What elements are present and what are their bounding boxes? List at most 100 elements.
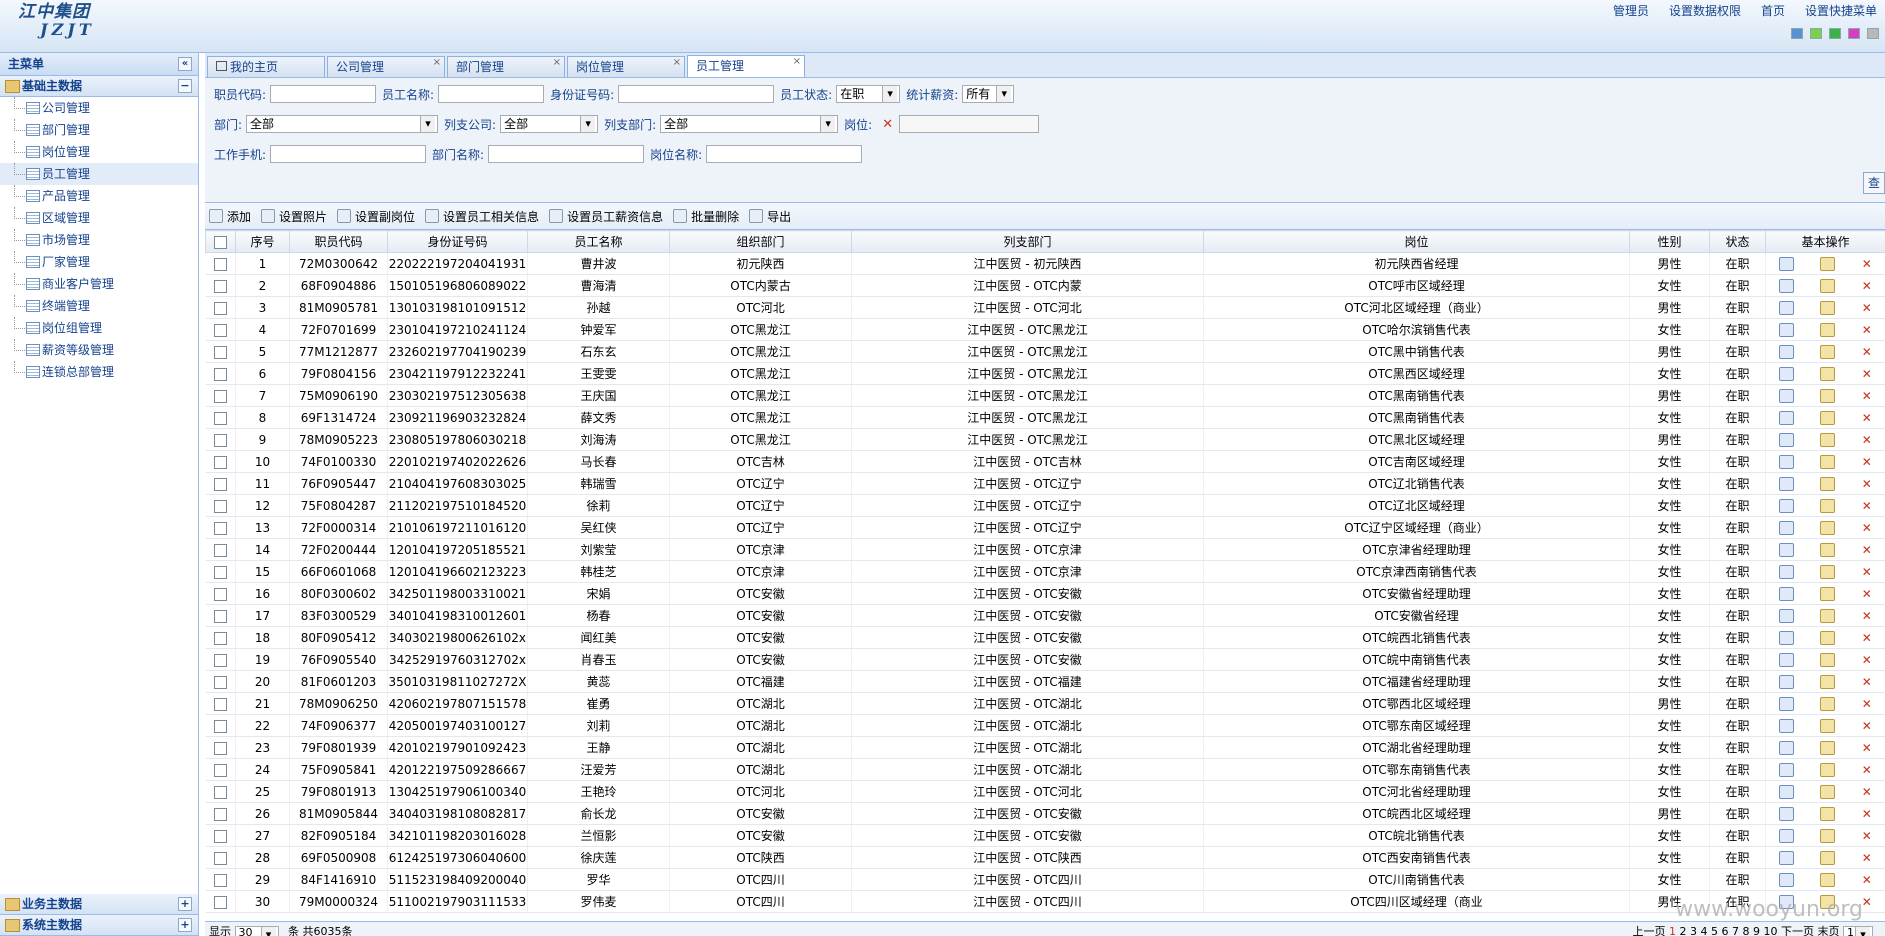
row-checkbox[interactable] (213, 653, 227, 667)
sidebar-item-employee[interactable]: 员工管理 (0, 163, 198, 185)
table-row[interactable]: 11 76F0905447 210404197608303025 韩瑞雪 OTC辽宁 江中… (205, 472, 1885, 495)
id-input[interactable] (618, 85, 775, 103)
code-input[interactable] (270, 85, 377, 103)
delete-icon[interactable]: ✕ (1862, 301, 1872, 315)
table-row[interactable]: 7 75M0906190 230302197512305638 王庆国 OTC黑龙江 江中… (205, 384, 1885, 407)
sidebar-item-company[interactable]: 公司管理 (0, 97, 198, 119)
sidebar-item-salary-grade[interactable]: 薪资等级管理 (0, 339, 198, 361)
tab-employee[interactable]: 员工管理 × (687, 55, 805, 77)
close-icon[interactable]: × (433, 53, 441, 73)
data-permission-link[interactable]: 设置数据权限 (1669, 2, 1741, 19)
column-header[interactable]: 序号 (235, 230, 290, 253)
menu-group-basic[interactable]: 基础主数据 − (0, 76, 198, 97)
collapse-group-icon[interactable]: − (178, 79, 192, 93)
edit-icon[interactable] (1820, 476, 1836, 491)
view-icon[interactable] (1779, 542, 1795, 557)
edit-icon[interactable] (1820, 322, 1836, 337)
view-icon[interactable] (1779, 784, 1795, 799)
view-icon[interactable] (1779, 828, 1795, 843)
delete-icon[interactable]: ✕ (1862, 411, 1872, 425)
edit-icon[interactable] (1820, 608, 1836, 623)
theme-swatch-pink[interactable] (1848, 28, 1860, 39)
delete-icon[interactable]: ✕ (1862, 807, 1872, 821)
table-row[interactable]: 18 80F0905412 34030219800626102x 闻红美 OTC安徽 江中… (205, 626, 1885, 649)
next-page-link[interactable]: 下一页 (1781, 925, 1814, 936)
edit-icon[interactable] (1820, 366, 1836, 381)
row-checkbox[interactable] (213, 675, 227, 689)
theme-swatch-gray[interactable] (1867, 28, 1879, 39)
table-row[interactable]: 19 76F0905540 34252919760312702x 肖春玉 OTC安徽 江中… (205, 648, 1885, 671)
table-row[interactable]: 1 72M0300642 220222197204041931 曹井波 初元陕西 江中医贸… (205, 252, 1885, 275)
page-link[interactable]: 5 (1711, 925, 1718, 936)
table-row[interactable]: 5 77M1212877 232602197704190239 石东玄 OTC黑龙江 江中… (205, 340, 1885, 363)
sidebar-item-product[interactable]: 产品管理 (0, 185, 198, 207)
sidebar-item-post[interactable]: 岗位管理 (0, 141, 198, 163)
edit-icon[interactable] (1820, 828, 1836, 843)
shortcut-menu-link[interactable]: 设置快捷菜单 (1805, 2, 1877, 19)
query-button[interactable]: 查 (1863, 172, 1885, 194)
row-checkbox[interactable] (213, 895, 227, 909)
row-checkbox[interactable] (213, 345, 227, 359)
delete-icon[interactable]: ✕ (1862, 763, 1872, 777)
prev-page-link[interactable]: 上一页 (1633, 925, 1666, 936)
row-checkbox[interactable] (213, 719, 227, 733)
page-link[interactable]: 4 (1701, 925, 1708, 936)
name-input[interactable] (438, 85, 545, 103)
table-row[interactable]: 25 79F0801913 130425197906100340 王艳玲 OTC河北 江中… (205, 780, 1885, 803)
table-row[interactable]: 30 79M0000324 511002197903111533 罗伟麦 OTC四川 江中… (205, 890, 1885, 913)
edit-icon[interactable] (1820, 784, 1836, 799)
salary-select[interactable]: 所有 (962, 85, 1015, 103)
view-icon[interactable] (1779, 608, 1795, 623)
theme-swatch-green[interactable] (1829, 28, 1841, 39)
table-row[interactable]: 9 78M0905223 230805197806030218 刘海涛 OTC黑龙江 江中… (205, 428, 1885, 451)
row-checkbox[interactable] (213, 873, 227, 887)
edit-icon[interactable] (1820, 850, 1836, 865)
expand-group-icon[interactable]: + (178, 897, 192, 911)
table-row[interactable]: 23 79F0801939 420102197901092423 王静 OTC湖北 江中医… (205, 736, 1885, 759)
delete-icon[interactable]: ✕ (1862, 433, 1872, 447)
edit-icon[interactable] (1820, 542, 1836, 557)
delete-icon[interactable]: ✕ (1862, 829, 1872, 843)
row-checkbox[interactable] (213, 323, 227, 337)
table-row[interactable]: 22 74F0906377 420500197403100127 刘莉 OTC湖北 江中医… (205, 714, 1885, 737)
row-checkbox[interactable] (213, 587, 227, 601)
delete-icon[interactable]: ✕ (1862, 873, 1872, 887)
edit-icon[interactable] (1820, 454, 1836, 469)
column-header[interactable]: 岗位 (1203, 230, 1630, 253)
row-checkbox[interactable] (213, 433, 227, 447)
delete-icon[interactable]: ✕ (1862, 851, 1872, 865)
delete-icon[interactable]: ✕ (1862, 323, 1872, 337)
table-row[interactable]: 15 66F0601068 120104196602123223 韩桂芝 OTC京津 江中… (205, 560, 1885, 583)
view-icon[interactable] (1779, 278, 1795, 293)
tab-home[interactable]: 我的主页 (207, 56, 325, 77)
view-icon[interactable] (1779, 630, 1795, 645)
delete-icon[interactable]: ✕ (1862, 741, 1872, 755)
page-link[interactable]: 9 (1753, 925, 1760, 936)
table-row[interactable]: 10 74F0100330 220102197402022626 马长春 OTC吉林 江中… (205, 450, 1885, 473)
delete-icon[interactable]: ✕ (1862, 609, 1872, 623)
row-checkbox[interactable] (213, 455, 227, 469)
view-icon[interactable] (1779, 564, 1795, 579)
table-row[interactable]: 2 68F0904886 150105196806089022 曹海清 OTC内蒙古 江中… (205, 274, 1885, 297)
row-checkbox[interactable] (213, 499, 227, 513)
batch-delete-button[interactable]: 批量删除 (673, 208, 739, 225)
edit-icon[interactable] (1820, 740, 1836, 755)
home-link[interactable]: 首页 (1761, 2, 1785, 19)
table-row[interactable]: 3 81M0905781 130103198101091512 孙越 OTC河北 江中医贸… (205, 296, 1885, 319)
page-link[interactable]: 10 (1764, 925, 1778, 936)
delete-icon[interactable]: ✕ (1862, 499, 1872, 513)
edit-icon[interactable] (1820, 432, 1836, 447)
admin-link[interactable]: 管理员 (1613, 2, 1649, 19)
page-link[interactable]: 1 (1669, 925, 1676, 936)
page-link[interactable]: 6 (1722, 925, 1729, 936)
edit-icon[interactable] (1820, 806, 1836, 821)
edit-icon[interactable] (1820, 762, 1836, 777)
delete-icon[interactable]: ✕ (1862, 367, 1872, 381)
delete-icon[interactable]: ✕ (1862, 895, 1872, 909)
table-row[interactable]: 29 84F1416910 511523198409200040 罗华 OTC四川 江中医… (205, 868, 1885, 891)
status-select[interactable]: 在职 (836, 85, 901, 103)
set-salary-info-button[interactable]: 设置员工薪资信息 (549, 208, 663, 225)
row-checkbox[interactable] (213, 279, 227, 293)
table-row[interactable]: 14 72F0200444 120104197205185521 刘紫莹 OTC京津 江中… (205, 538, 1885, 561)
page-link[interactable]: 8 (1743, 925, 1750, 936)
